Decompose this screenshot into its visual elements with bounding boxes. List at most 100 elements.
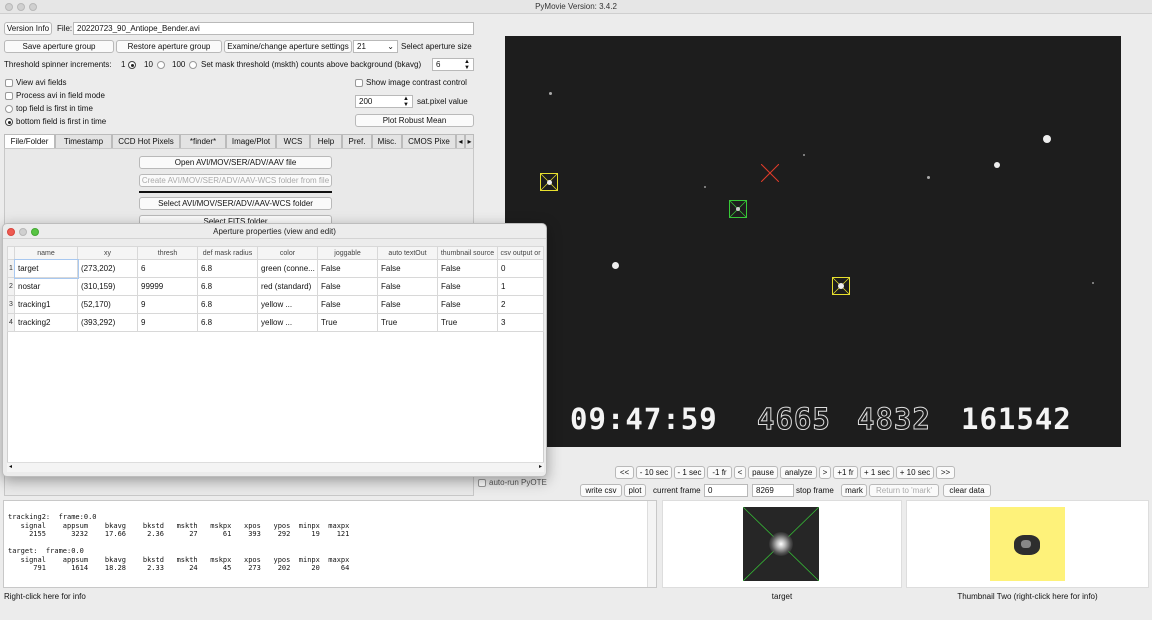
cell-thresh[interactable]: 9 (137, 295, 198, 314)
aperture-tracking2[interactable] (832, 277, 850, 295)
cell-color[interactable]: yellow ... (257, 295, 318, 314)
cell-xy[interactable]: (310,159) (77, 277, 138, 296)
scroll-left-icon[interactable]: ◂ (9, 463, 12, 470)
column-header-joggable[interactable]: joggable (317, 246, 378, 260)
cell-auto-textout[interactable]: True (377, 313, 438, 332)
version-info-button[interactable]: Version Info (4, 22, 52, 35)
aperture-nostar[interactable] (761, 164, 779, 182)
cell-csv-output-order[interactable]: 1 (497, 277, 544, 296)
nav-last-button[interactable]: >> (936, 466, 955, 479)
cell-thumbnail-source[interactable]: False (437, 259, 498, 278)
aperture-target[interactable] (729, 200, 747, 218)
cell-xy[interactable]: (273,202) (77, 259, 138, 278)
cell-name[interactable]: tracking2 (14, 313, 78, 332)
tab-misc[interactable]: Misc. (372, 134, 402, 148)
cell-name[interactable]: target (13, 258, 79, 279)
bottom-field-first-radio[interactable] (5, 118, 13, 126)
tab-pref[interactable]: Pref. (342, 134, 372, 148)
scroll-right-icon[interactable]: ▸ (539, 463, 542, 470)
cell-auto-textout[interactable]: False (377, 277, 438, 296)
cell-thresh[interactable]: 6 (137, 259, 198, 278)
tab-help[interactable]: Help (310, 134, 342, 148)
column-header-def-mask-radius[interactable]: def mask radius (197, 246, 258, 260)
console-scrollbar[interactable] (647, 501, 656, 587)
output-console[interactable]: tracking2: frame:0.0 signal appsum bkavg… (3, 500, 657, 588)
cell-thresh[interactable]: 99999 (137, 277, 198, 296)
current-frame-field[interactable]: 0 (704, 484, 748, 497)
restore-aperture-group-button[interactable]: Restore aperture group (116, 40, 222, 53)
open-avi-file-button[interactable]: Open AVI/MOV/SER/ADV/AAV file (139, 156, 332, 169)
cell-xy[interactable]: (52,170) (77, 295, 138, 314)
tab-image-plot[interactable]: Image/Plot (226, 134, 276, 148)
chevron-right-icon[interactable]: ▸ (465, 134, 474, 148)
cell-joggable[interactable]: False (317, 277, 378, 296)
cell-joggable[interactable]: False (317, 259, 378, 278)
thumbnail-one-image[interactable] (743, 507, 819, 581)
process-field-mode-checkbox[interactable] (5, 92, 13, 100)
tab-wcs[interactable]: WCS (276, 134, 310, 148)
nav-forward-button[interactable]: > (819, 466, 831, 479)
cell-auto-textout[interactable]: False (377, 259, 438, 278)
cell-color[interactable]: red (standard) (257, 277, 318, 296)
status-left-text[interactable]: Right-click here for info (4, 591, 86, 602)
select-avi-folder-button[interactable]: Select AVI/MOV/SER/ADV/AAV-WCS folder (139, 197, 332, 210)
tab-file-folder[interactable]: File/Folder (4, 134, 55, 148)
stepper-arrows-icon[interactable]: ▲ ▼ (403, 96, 409, 107)
view-avi-fields-checkbox[interactable] (5, 79, 13, 87)
pause-button[interactable]: pause (748, 466, 778, 479)
top-field-first-radio[interactable] (5, 105, 13, 113)
column-header-auto-textout[interactable]: auto textOut (377, 246, 438, 260)
cell-name[interactable]: nostar (14, 277, 78, 296)
plot-button[interactable]: plot (624, 484, 646, 497)
cell-def-mask-radius[interactable]: 6.8 (197, 313, 258, 332)
column-header-color[interactable]: color (257, 246, 318, 260)
tab-ccd-hot-pixels[interactable]: CCD Hot Pixels (112, 134, 180, 148)
auto-run-pyote-checkbox[interactable] (478, 479, 486, 487)
video-frame[interactable]: 09:47:59 4665 4832 161542 (505, 36, 1121, 447)
examine-aperture-settings-button[interactable]: Examine/change aperture settings (224, 40, 352, 53)
cell-joggable[interactable]: True (317, 313, 378, 332)
spinner-option-1-radio[interactable] (128, 61, 136, 69)
column-header-name[interactable]: name (14, 246, 78, 260)
nav-forward-1-frame-button[interactable]: +1 fr (833, 466, 858, 479)
nav-back-1-sec-button[interactable]: - 1 sec (674, 466, 705, 479)
save-aperture-group-button[interactable]: Save aperture group (4, 40, 114, 53)
cell-color[interactable]: yellow ... (257, 313, 318, 332)
cell-thumbnail-source[interactable]: False (437, 277, 498, 296)
cell-thumbnail-source[interactable]: False (437, 295, 498, 314)
aperture-size-select[interactable]: 21 ⌄ (353, 40, 398, 53)
stop-frame-field[interactable]: 8269 (752, 484, 794, 497)
cell-csv-output-order[interactable]: 2 (497, 295, 544, 314)
nav-back-10-sec-button[interactable]: - 10 sec (636, 466, 672, 479)
thumbnail-two-image[interactable] (990, 507, 1065, 581)
mark-button[interactable]: mark (841, 484, 867, 497)
cell-def-mask-radius[interactable]: 6.8 (197, 277, 258, 296)
tab-finder[interactable]: *finder* (180, 134, 226, 148)
cell-def-mask-radius[interactable]: 6.8 (197, 259, 258, 278)
clear-data-button[interactable]: clear data (943, 484, 991, 497)
table-row[interactable]: 2 nostar (310,159) 99999 6.8 red (standa… (7, 277, 544, 296)
cell-csv-output-order[interactable]: 0 (497, 259, 544, 278)
column-header-thresh[interactable]: thresh (137, 246, 198, 260)
spinner-option-10-radio[interactable] (157, 61, 165, 69)
nav-first-button[interactable]: << (615, 466, 634, 479)
cell-csv-output-order[interactable]: 3 (497, 313, 544, 332)
nav-forward-1-sec-button[interactable]: + 1 sec (860, 466, 894, 479)
mask-threshold-spinner[interactable]: 6 ▲ ▼ (432, 58, 474, 71)
table-row[interactable]: 4 tracking2 (393,292) 9 6.8 yellow ... T… (7, 313, 544, 332)
show-contrast-checkbox[interactable] (355, 79, 363, 87)
table-row[interactable]: 3 tracking1 (52,170) 9 6.8 yellow ... Fa… (7, 295, 544, 314)
spinner-option-100-radio[interactable] (189, 61, 197, 69)
analyze-button[interactable]: analyze (780, 466, 817, 479)
write-csv-button[interactable]: write csv (580, 484, 622, 497)
nav-back-button[interactable]: < (734, 466, 746, 479)
chevron-left-icon[interactable]: ◂ (456, 134, 465, 148)
table-row[interactable]: 1 target (273,202) 6 6.8 green (conne...… (7, 258, 544, 279)
column-header-thumbnail-source[interactable]: thumbnail source (437, 246, 498, 260)
nav-forward-10-sec-button[interactable]: + 10 sec (896, 466, 934, 479)
cell-joggable[interactable]: False (317, 295, 378, 314)
cell-xy[interactable]: (393,292) (77, 313, 138, 332)
cell-auto-textout[interactable]: False (377, 295, 438, 314)
thumbnail-two-label[interactable]: Thumbnail Two (right-click here for info… (906, 591, 1149, 602)
cell-color[interactable]: green (conne... (257, 259, 318, 278)
